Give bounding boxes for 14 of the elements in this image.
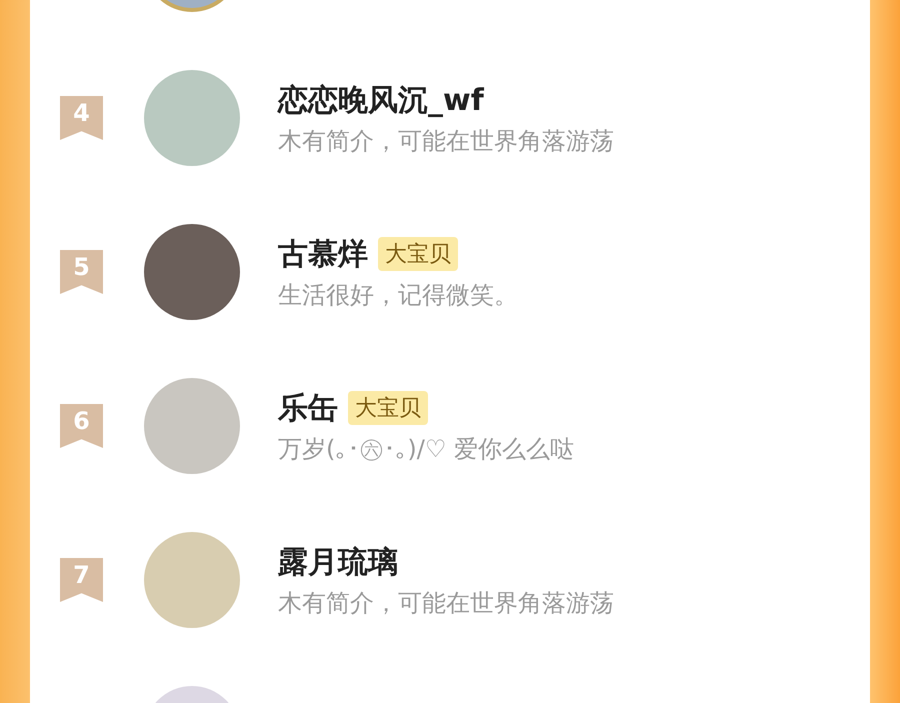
rank-ribbon: 4 xyxy=(60,96,103,140)
user-name: 露月琉璃 xyxy=(278,544,398,582)
user-bio: 木有简介，可能在世界角落游荡 xyxy=(278,588,614,618)
user-name: 恋恋晚风沉_wf xyxy=(278,82,484,120)
rank-ribbon: 5 xyxy=(60,250,103,294)
user-tag: 大宝贝 xyxy=(348,391,428,425)
rank-ribbon: 6 xyxy=(60,404,103,448)
user-bio: 木有简介，可能在世界角落游荡 xyxy=(278,126,614,156)
user-name: 古慕烊 xyxy=(278,236,368,274)
user-bio: 万岁(｡･㊅･｡)/♡ 爱你么么哒 xyxy=(278,434,574,464)
user-tag: 大宝贝 xyxy=(378,237,458,271)
user-name: 乐缶 xyxy=(278,390,338,428)
rank-ribbon: 7 xyxy=(60,558,103,602)
user-bio: 生活很好，记得微笑。 xyxy=(278,280,518,310)
